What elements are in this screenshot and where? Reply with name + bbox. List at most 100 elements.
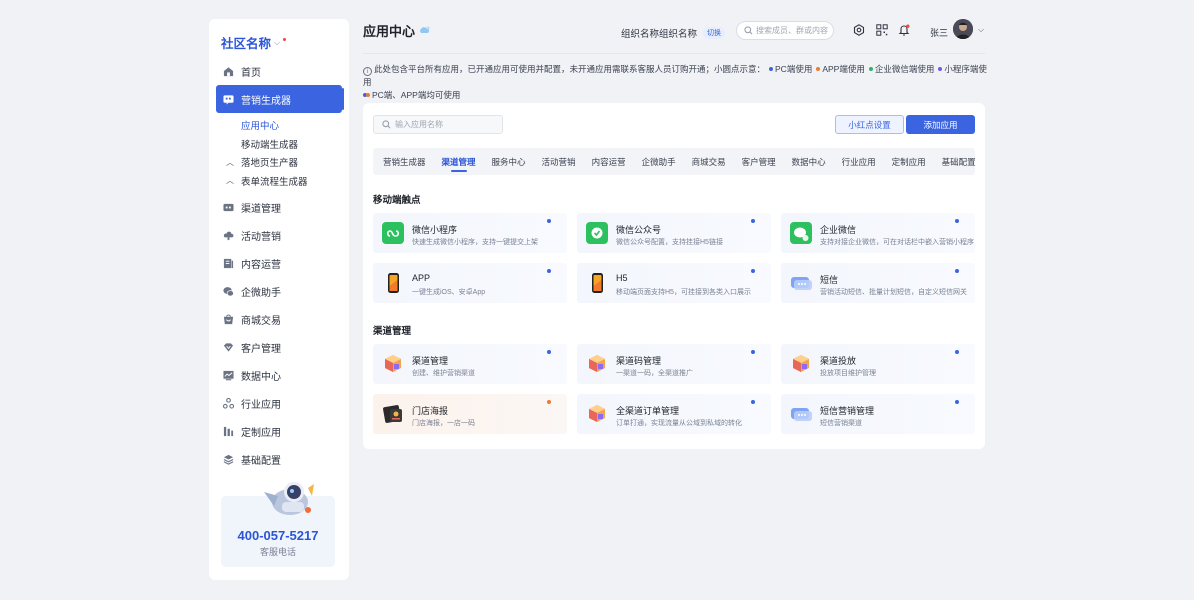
brand-switcher[interactable]: 社区名称 ⌵ [221,33,287,52]
content-icon [223,258,234,269]
app-desc: 创建、维护营销渠道 [412,370,475,377]
legend-dot-icon [868,67,873,72]
tab-11[interactable]: 基础配置 [942,148,976,175]
sms-icon [790,403,812,425]
app-tile[interactable]: 渠道管理 创建、维护营销渠道 [373,344,567,384]
app-tile[interactable]: APP 一键生成iOS、安卓App [373,263,567,303]
tab-5[interactable]: 企微助手 [642,148,676,175]
global-search-input[interactable] [756,26,830,35]
sidebar-item-0[interactable]: 首页 [209,57,349,85]
shop-icon [223,314,234,325]
sidebar-nav: 首页 营销生成器 应用中心 移动端生成器 ︿ 落地页生产器 ︿ 表单流程生成器 渠道管理 活动营销… [209,57,349,473]
legend-label: APP端使用 [822,64,865,74]
sidebar-item-4[interactable]: 内容运营 [209,249,349,277]
app-desc: 移动端页面支持H5，可挂接到各类入口展示 [616,289,751,296]
global-search[interactable] [736,21,834,40]
industry-icon [223,397,234,409]
customer-icon [223,342,234,353]
app-tile[interactable]: 渠道投放 投放项目维护管理 [781,344,975,384]
sidebar-subitem-label: 表单流程生成器 [241,176,308,188]
platform-dot-icon [955,269,959,273]
user-name[interactable]: 张三 [930,26,948,39]
app-tile[interactable]: 企业微信 支持对接企业微信，可在对话栏中嵌入营销小程序 [781,213,975,253]
app-tile[interactable]: 微信小程序 快速生成微信小程序，支持一键提交上架 [373,213,567,253]
chevron-down-icon[interactable]: ⌵ [978,25,984,35]
app-name: 微信公众号 [616,225,662,235]
app-search-input[interactable] [395,120,495,129]
platform-dot-icon [547,219,551,223]
box-icon [382,353,404,375]
section-title: 移动端触点 [373,195,421,206]
app-search[interactable] [373,115,503,134]
sidebar-item-9[interactable]: 行业应用 [209,389,349,417]
sidebar-subitem-1[interactable]: 移动端生成器 [209,135,349,154]
sidebar-subitem-3[interactable]: ︿ 表单流程生成器 [209,172,349,191]
org-switcher[interactable]: 组织名称组织名称 切换 [621,26,726,40]
avatar[interactable] [953,19,973,39]
tab-9[interactable]: 行业应用 [842,148,876,175]
app-tile[interactable]: 短信 营销活动短信、批量计划短信，自定义短信网关 [781,263,975,303]
activity-icon [223,230,234,241]
box-icon [790,353,812,375]
sidebar-item-6[interactable]: 商城交易 [209,305,349,333]
tab-1[interactable]: 渠道管理 [442,148,476,175]
box-icon [586,353,608,375]
search-icon [744,26,753,35]
tab-10[interactable]: 定制应用 [892,148,926,175]
help-phone: 400-057-5217 [237,528,319,543]
sidebar-item-5[interactable]: 企微助手 [209,277,349,305]
sidebar-item-10[interactable]: 定制应用 [209,417,349,445]
app-name: 短信营销管理 [820,406,875,416]
app-center-card: 小红点设置 添加应用 营销生成器渠道管理服务中心活动营销内容运营企微助手商城交易… [363,103,985,449]
wecom-app-icon [790,222,812,244]
app-tile[interactable]: 门店海报 门店海报，一店一码 [373,394,567,434]
settings-icon[interactable] [853,24,865,36]
app-desc: 微信公众号配置，支持挂接H5链接 [616,239,723,246]
red-dot-settings-button[interactable]: 小红点设置 [835,115,904,134]
box-icon [586,403,608,425]
app-name: 渠道码管理 [616,356,662,366]
tab-3[interactable]: 活动营销 [542,148,576,175]
app-tile[interactable]: 全渠道订单管理 订单打通，实现流量从公域到私域的转化 [577,394,771,434]
tab-6[interactable]: 商城交易 [692,148,726,175]
chevron-up-icon: ︿ [226,157,234,167]
tab-7[interactable]: 客户管理 [742,148,776,175]
bell-icon[interactable] [898,24,910,36]
qr-code-icon[interactable] [876,24,888,36]
phone-icon [382,272,404,294]
sidebar-item-1[interactable]: 营销生成器 [216,85,344,113]
tab-2[interactable]: 服务中心 [492,148,526,175]
tab-8[interactable]: 数据中心 [792,148,826,175]
sidebar-item-11[interactable]: 基础配置 [209,445,349,473]
tab-0[interactable]: 营销生成器 [383,148,426,175]
sidebar-item-3[interactable]: 活动营销 [209,221,349,249]
switch-badge[interactable]: 切换 [703,27,726,39]
app-tile[interactable]: 微信公众号微信公众号配置，支持挂接H5链接 [577,213,771,253]
legend-dot-icon [816,67,821,72]
sidebar-subitem-2[interactable]: ︿ 落地页生产器 [209,153,349,172]
platform-dot-icon [955,350,959,354]
search-icon [382,120,391,129]
app-name: 企业微信 [820,225,857,235]
sidebar-item-label: 行业应用 [241,399,281,411]
app-name: 渠道投放 [820,356,857,366]
sidebar-item-2[interactable]: 渠道管理 [209,193,349,221]
app-tile[interactable]: H5 移动端页面支持H5，可挂接到各类入口展示 [577,263,771,303]
app-name: H5 [616,273,628,283]
brand-name: 社区名称 [221,37,272,51]
app-name: 门店海报 [412,406,449,416]
add-app-button[interactable]: 添加应用 [906,115,975,134]
sidebar-submenu: 应用中心 移动端生成器 ︿ 落地页生产器 ︿ 表单流程生成器 [209,113,349,193]
tab-4[interactable]: 内容运营 [592,148,626,175]
sidebar-item-label: 客户管理 [241,343,281,355]
app-tile[interactable]: 短信营销管理 短信营销渠道 [781,394,975,434]
sparkle-icon [420,26,430,33]
app-tile[interactable]: 渠道码管理 一渠道一码，全渠道推广 [577,344,771,384]
sidebar-subitem-0[interactable]: 应用中心 [209,116,349,135]
platform-dot-icon [955,400,959,404]
sidebar-item-label: 基础配置 [241,455,281,467]
sidebar-item-8[interactable]: 数据中心 [209,361,349,389]
platform-dot-icon [547,269,551,273]
custom-icon [223,426,234,437]
sidebar-item-7[interactable]: 客户管理 [209,333,349,361]
